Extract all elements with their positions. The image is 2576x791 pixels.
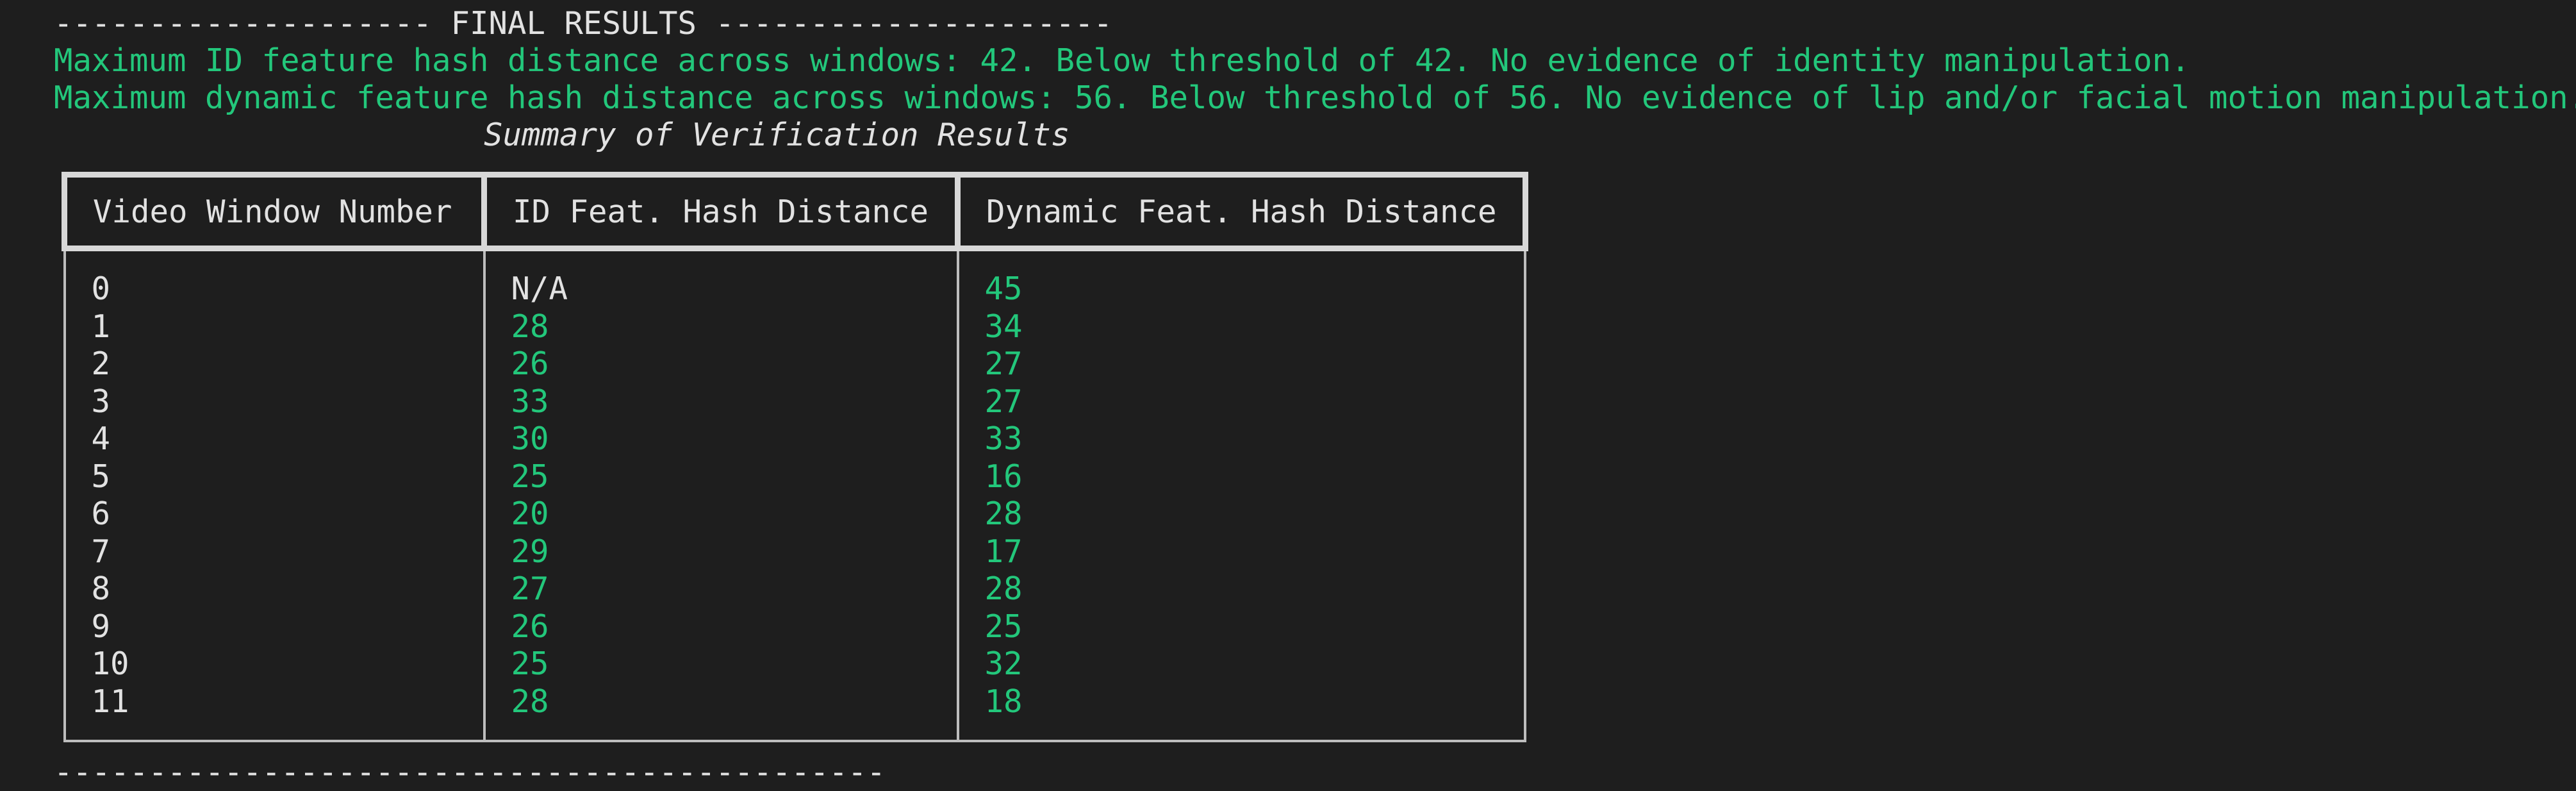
cell-id-hash-distance: 26 [483,608,959,645]
table-row: 8 27 28 [63,570,1527,608]
footer-separator: ----------------------------------------… [54,754,886,790]
cell-window-number: 4 [63,420,486,458]
cell-dynamic-hash-distance: 17 [956,533,1527,570]
cell-id-hash-distance: 25 [483,458,959,495]
verification-results-table: Video Window Number ID Feat. Hash Distan… [62,172,1528,742]
final-results-header: -------------------- FINAL RESULTS -----… [54,5,1113,42]
table-row: 9 26 25 [63,608,1527,645]
cell-id-hash-distance: 25 [483,645,959,683]
cell-window-number: 8 [63,570,486,608]
cell-id-hash-distance: 27 [483,570,959,608]
cell-window-number: 10 [63,645,486,683]
table-row: 5 25 16 [63,458,1527,495]
cell-window-number: 2 [63,346,486,383]
cell-dynamic-hash-distance: 27 [956,346,1527,383]
table-row: 0 N/A 45 [63,248,1527,308]
cell-dynamic-hash-distance: 34 [956,308,1527,346]
cell-dynamic-hash-distance: 32 [956,645,1527,683]
cell-dynamic-hash-distance: 25 [956,608,1527,645]
table-row: 7 29 17 [63,533,1527,570]
cell-window-number: 7 [63,533,486,570]
cell-dynamic-hash-distance: 28 [956,495,1527,533]
id-verification-message: Maximum ID feature hash distance across … [54,42,2190,79]
cell-window-number: 3 [63,383,486,420]
table-row: 1 28 34 [63,308,1527,346]
cell-id-hash-distance: 28 [483,308,959,346]
cell-dynamic-hash-distance: 28 [956,570,1527,608]
header-id-feat-hash-distance: ID Feat. Hash Distance [481,172,961,251]
cell-dynamic-hash-distance: 16 [956,458,1527,495]
table-row: 3 33 27 [63,383,1527,420]
table-caption: Summary of Verification Results [484,117,1070,153]
cell-id-hash-distance: 28 [483,683,959,742]
cell-window-number: 11 [63,683,486,742]
cell-id-hash-distance: 26 [483,346,959,383]
table-row: 4 30 33 [63,420,1527,458]
cell-window-number: 9 [63,608,486,645]
table-header-row: Video Window Number ID Feat. Hash Distan… [62,172,1528,251]
cell-dynamic-hash-distance: 33 [956,420,1527,458]
cell-window-number: 1 [63,308,486,346]
cell-id-hash-distance: 33 [483,383,959,420]
cell-dynamic-hash-distance: 27 [956,383,1527,420]
cell-window-number: 0 [63,248,486,308]
cell-id-hash-distance: 30 [483,420,959,458]
table-body: 0 N/A 45 1 28 34 2 26 27 3 33 27 4 30 33 5 25 16 6 20 28 7 29 1… [63,248,1527,742]
cell-id-hash-distance: N/A [483,248,959,308]
cell-id-hash-distance: 20 [483,495,959,533]
cell-dynamic-hash-distance: 18 [956,683,1527,742]
table-row: 6 20 28 [63,495,1527,533]
table-row: 11 28 18 [63,683,1527,742]
table-row: 10 25 32 [63,645,1527,683]
cell-window-number: 5 [63,458,486,495]
dynamic-verification-message: Maximum dynamic feature hash distance ac… [54,79,2576,116]
cell-id-hash-distance: 29 [483,533,959,570]
table-row: 2 26 27 [63,346,1527,383]
cell-window-number: 6 [63,495,486,533]
header-video-window-number: Video Window Number [62,172,487,251]
cell-dynamic-hash-distance: 45 [956,248,1527,308]
header-dynamic-feat-hash-distance: Dynamic Feat. Hash Distance [955,172,1528,251]
